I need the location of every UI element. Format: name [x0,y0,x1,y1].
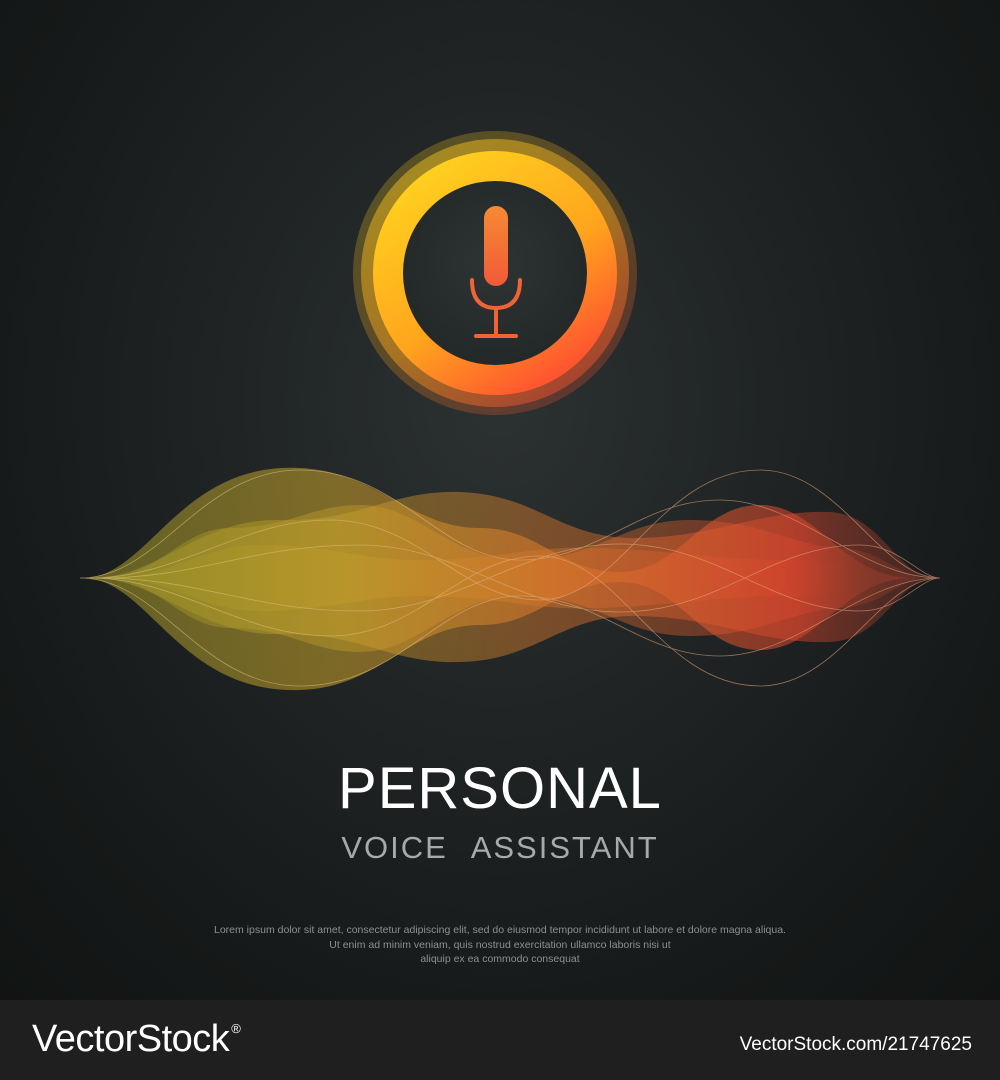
description-line: Ut enim ad minim veniam, quis nostrud ex… [329,938,671,951]
description-line: aliquip ex ea commodo consequat [420,953,580,965]
subtitle: VOICE ASSISTANT [341,830,659,865]
description-line: Lorem ipsum dolor sit amet, consectetur … [214,924,786,936]
description: Lorem ipsum dolor sit amet, consectetur … [0,923,1000,967]
voice-waveform [79,467,941,691]
microphone-button[interactable] [350,128,640,418]
poster: PERSONAL VOICE ASSISTANT Lorem ipsum dol… [0,0,1000,1000]
brand-name: VectorStock [32,1018,230,1060]
brand-logo: VectorStock ® [32,1018,241,1060]
watermark-bar: VectorStock ® VectorStock.com/21747625 [0,1000,1000,1080]
title: PERSONAL [338,756,662,821]
trademark-symbol: ® [231,1021,241,1036]
microphone-button-graphic [353,131,637,415]
image-id: VectorStock.com/21747625 [739,1034,972,1055]
